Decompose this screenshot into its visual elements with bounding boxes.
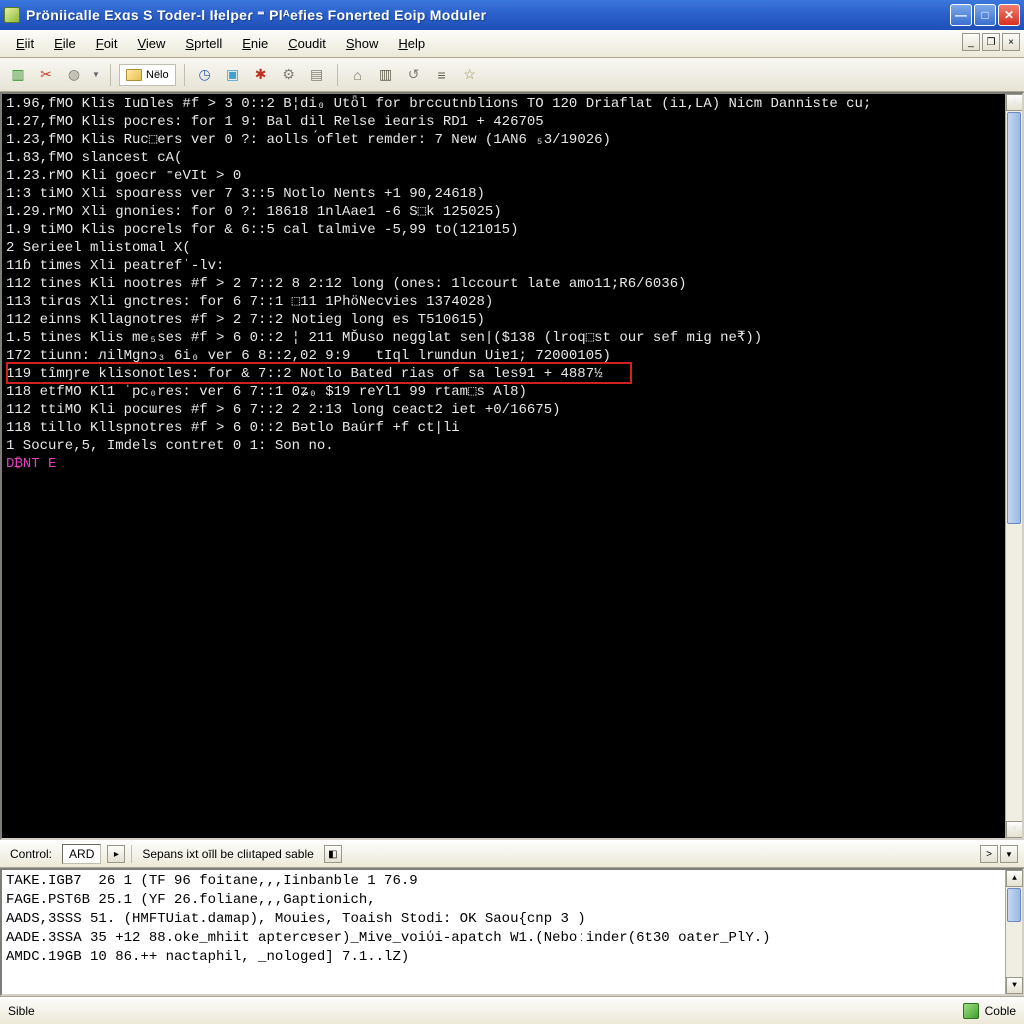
control-bar: Control: ARD ▸ Sepans ixt oīll be cliıta…	[0, 840, 1024, 868]
console-line: 118 tillo Kllspnotres #f > 6 0::2 Bətlo …	[6, 419, 1018, 437]
clock-icon[interactable]: ◷	[193, 63, 217, 87]
menu-item-1[interactable]: Eile	[44, 32, 86, 55]
log-line: TAKE.IGB7 26 1 (TF 96 foitane,,,Iinbanbl…	[6, 872, 1018, 891]
folder-icon	[126, 69, 142, 81]
new-icon[interactable]: ▥	[6, 63, 30, 87]
menu-item-8[interactable]: Help	[388, 32, 435, 55]
console-line: 112 tines Kli nootres #f > 2 7::2 8 2:12…	[6, 275, 1018, 293]
log-scroll-thumb[interactable]	[1007, 888, 1021, 922]
console-panel[interactable]: 1.96,fMO Klis Iuםles #f > 3 0::2 B¦di₀ U…	[0, 92, 1024, 840]
log-line: FAGE.PST6B 25.1 (YF 26.foliane,,,Gaption…	[6, 891, 1018, 910]
log-scroll-up-icon[interactable]: ▲	[1006, 870, 1023, 887]
console-line: 1:3 tiMO Xli spoɑress ver 7 3::5 Notlo N…	[6, 185, 1018, 203]
console-line: 1.23.rMO Kli goecr ⁼eVIt > 0	[6, 167, 1018, 185]
chart-icon[interactable]: ▥	[374, 63, 398, 87]
scroll-thumb[interactable]	[1007, 112, 1021, 524]
midbar-next-icon[interactable]: ▼	[1000, 845, 1018, 863]
menu-item-7[interactable]: Show	[336, 32, 389, 55]
console-line: 119 tȋmŋre klisonotles: for & 7::2 Notlo…	[6, 365, 1018, 383]
dropdown-icon[interactable]: ▼	[90, 63, 102, 87]
refresh-icon[interactable]: ↺	[402, 63, 426, 87]
tag-icon[interactable]: ▣	[221, 63, 245, 87]
scroll-track[interactable]	[1006, 111, 1022, 821]
gear-icon[interactable]: ⚙	[277, 63, 301, 87]
console-line: 1.23,fMO Klis Ruc⬚ers ver 0 ?: aolls ́of…	[6, 131, 1018, 149]
console-line: 118 etfMO Kl1 ˈpc₀res: ver 6 7::1 0ʑ₀ $1…	[6, 383, 1018, 401]
titlebar: Pröniicalle Exɑs S Toder-l Iłelpeɾ ⁼ Plᴬ…	[0, 0, 1024, 30]
log-scrollbar[interactable]: ▲ ▼	[1005, 870, 1022, 994]
console-prompt: D₿NT E	[6, 455, 1018, 473]
menu-item-6[interactable]: Coudit	[278, 32, 336, 55]
log-scroll-down-icon[interactable]: ▼	[1006, 977, 1023, 994]
console-line: 1.96,fMO Klis Iuםles #f > 3 0::2 B¦di₀ U…	[6, 95, 1018, 113]
home-icon[interactable]: ⌂	[346, 63, 370, 87]
list-icon[interactable]: ≡	[430, 63, 454, 87]
control-step-icon[interactable]: ▸	[107, 845, 125, 863]
console-line: 1.83,fMO slancest cA(	[6, 149, 1018, 167]
toolbar: ▥ ✂ ◍ ▼ Nëlo ◷ ▣ ✱ ⚙ ▤ ⌂ ▥ ↺ ≡ ☆	[0, 58, 1024, 92]
document-icon[interactable]: ▤	[305, 63, 329, 87]
cut-icon[interactable]: ✂	[34, 63, 58, 87]
scroll-up-icon[interactable]: ▲	[1006, 94, 1023, 111]
control-value[interactable]: ARD	[62, 844, 101, 864]
scroll-down-icon[interactable]: ▼	[1006, 821, 1023, 838]
globe-icon[interactable]: ◍	[62, 63, 86, 87]
console-line: 1 Socure,5, Imdels contret 0 1: Son no.	[6, 437, 1018, 455]
maximize-button[interactable]: □	[974, 4, 996, 26]
minimize-button[interactable]: —	[950, 4, 972, 26]
status-right-text: Coble	[985, 1004, 1016, 1018]
console-line: 1.9 tiMO Klis pocrels for & 6::5 cal tal…	[6, 221, 1018, 239]
midbar-prev-icon[interactable]: >	[980, 845, 998, 863]
sepans-label: Sepans ixt oīll be cliıtaped sable	[138, 845, 317, 863]
menu-item-0[interactable]: Eiit	[6, 32, 44, 55]
console-line: 1.5 tines Klis me₅ses #f > 6 0::2 ¦ 211 …	[6, 329, 1018, 347]
console-line: 11ɓ times Xli peatrefˈ-lv:	[6, 257, 1018, 275]
status-indicator-icon	[963, 1003, 979, 1019]
folder-label: Nëlo	[146, 69, 169, 81]
status-left-text: Sible	[8, 1004, 963, 1018]
menu-item-5[interactable]: Enie	[232, 32, 278, 55]
statusbar: Sible Coble	[0, 996, 1024, 1024]
bug-icon[interactable]: ✱	[249, 63, 273, 87]
log-line: AADS,3SSS 51. (HMFTUiat.damap), Mouies, …	[6, 910, 1018, 929]
log-scroll-track[interactable]	[1006, 887, 1022, 977]
console-line: 1.29.rMO Xli gnonies: for 0 ?: 18618 1nl…	[6, 203, 1018, 221]
menu-item-4[interactable]: Sprtell	[175, 32, 232, 55]
menubar-min-icon[interactable]: _	[962, 33, 980, 51]
console-line: 172 tiunn: лilMgnɔ₃ 6i₀ ver 6 8::2,02 9:…	[6, 347, 1018, 365]
close-button[interactable]: ✕	[998, 4, 1020, 26]
menubar: EiitEileFoitViewSprtellEnieCouditShowHel…	[0, 30, 1024, 58]
log-panel[interactable]: TAKE.IGB7 26 1 (TF 96 foitane,,,Iinbanbl…	[0, 868, 1024, 996]
console-line: 112 ttiMO Kli pocɯres #f > 6 7::2 2 2:13…	[6, 401, 1018, 419]
log-line: AADE.3SSA 35 +12 88.oke_mhiit aptercɐser…	[6, 929, 1018, 948]
console-line: 113 tirɑs Xli gnctres: for 6 7::1 ⬚11 1P…	[6, 293, 1018, 311]
favorite-icon[interactable]: ☆	[458, 63, 482, 87]
console-scrollbar[interactable]: ▲ ▼	[1005, 94, 1022, 838]
console-line: 2 Serieel mlistomal X(	[6, 239, 1018, 257]
menubar-restore-icon[interactable]: ❐	[982, 33, 1000, 51]
sepans-config-icon[interactable]: ◧	[324, 845, 342, 863]
menu-item-2[interactable]: Foit	[86, 32, 128, 55]
window-title: Pröniicalle Exɑs S Toder-l Iłelpeɾ ⁼ Plᴬ…	[26, 7, 950, 24]
menubar-close-icon[interactable]: ×	[1002, 33, 1020, 51]
app-icon	[4, 7, 20, 23]
menu-item-3[interactable]: View	[127, 32, 175, 55]
console-line: 112 einns Kllagnotres #f > 2 7::2 Notieg…	[6, 311, 1018, 329]
log-line: AMDC.19GB 10 86.++ nactaphil, _nologed] …	[6, 948, 1018, 967]
control-label: Control:	[6, 845, 56, 863]
folder-selector[interactable]: Nëlo	[119, 64, 176, 86]
console-line: 1.27,fMO Klis pocres: for 1 9: Bal dil R…	[6, 113, 1018, 131]
